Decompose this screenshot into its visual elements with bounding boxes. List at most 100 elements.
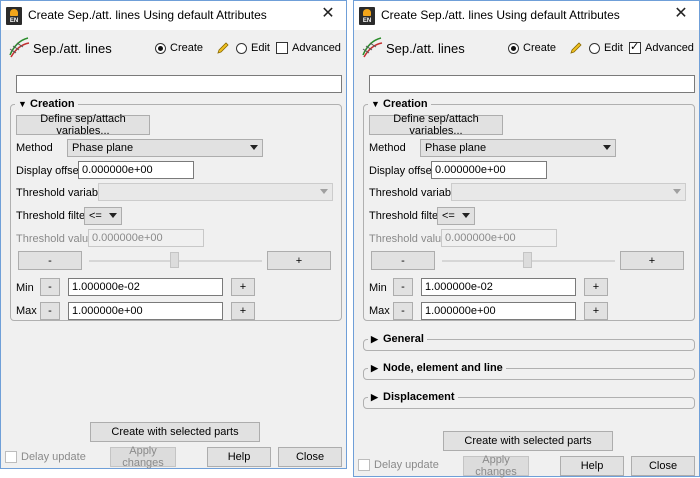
- create-radio-label: Create: [523, 42, 557, 54]
- close-button[interactable]: Close: [278, 447, 342, 467]
- chevron-down-icon: [320, 189, 328, 194]
- feature-header: Sep./att. lines Create Edit Advanced: [354, 31, 699, 67]
- name-input[interactable]: [16, 75, 342, 93]
- max-label: Max: [16, 305, 37, 317]
- min-label: Min: [369, 282, 387, 294]
- threshold-slider-handle[interactable]: [170, 252, 179, 268]
- sep-att-lines-icon: [9, 37, 30, 58]
- max-increase-button[interactable]: +: [584, 302, 608, 320]
- close-icon[interactable]: ✕: [318, 4, 338, 24]
- advanced-label: Advanced: [292, 42, 341, 54]
- method-label: Method: [16, 142, 53, 154]
- displacement-section-header[interactable]: ▶ Displacement: [368, 391, 458, 403]
- threshold-variable-label: Threshold variable: [16, 187, 107, 199]
- node-element-line-section-header[interactable]: ▶ Node, element and line: [368, 362, 506, 374]
- delay-update-checkbox[interactable]: [358, 459, 370, 471]
- creation-section: ▼ Creation Define sep/attach variables...…: [363, 98, 695, 321]
- max-decrease-button[interactable]: -: [393, 302, 413, 320]
- threshold-increase-button[interactable]: +: [620, 251, 684, 270]
- method-value: Phase plane: [425, 142, 487, 154]
- delay-update-checkbox[interactable]: [5, 451, 17, 463]
- window-basic: EN Create Sep./att. lines Using default …: [0, 0, 347, 469]
- node-element-line-header-label: Node, element and line: [383, 362, 503, 374]
- feature-header: Sep./att. lines Create Edit Advanced: [1, 31, 346, 67]
- feature-title: Sep./att. lines: [386, 41, 465, 56]
- create-radio[interactable]: [155, 43, 166, 54]
- method-value: Phase plane: [72, 142, 134, 154]
- name-input[interactable]: [369, 75, 695, 93]
- sep-att-lines-icon: [362, 37, 383, 58]
- max-decrease-button[interactable]: -: [40, 302, 60, 320]
- threshold-variable-label: Threshold variable: [369, 187, 460, 199]
- display-offset-input[interactable]: 0.000000e+00: [431, 161, 547, 179]
- advanced-checkbox[interactable]: [629, 40, 641, 54]
- edit-radio-label: Edit: [604, 42, 623, 54]
- window-title: Create Sep./att. lines Using default Att…: [28, 8, 267, 22]
- advanced-checkbox[interactable]: [276, 42, 288, 54]
- display-offset-label: Display offset: [369, 165, 435, 177]
- min-increase-button[interactable]: +: [584, 278, 608, 296]
- method-label: Method: [369, 142, 406, 154]
- expand-triangle-icon: ▶: [371, 392, 378, 402]
- general-section: ▶ General: [363, 333, 695, 351]
- close-icon[interactable]: ✕: [671, 4, 691, 24]
- create-with-selected-parts-button[interactable]: Create with selected parts: [90, 422, 260, 442]
- method-select[interactable]: Phase plane: [420, 139, 616, 157]
- delay-update-label: Delay update: [21, 451, 86, 463]
- feature-title: Sep./att. lines: [33, 41, 112, 56]
- threshold-filter-label: Threshold filter: [16, 210, 89, 222]
- collapse-triangle-icon: ▼: [371, 99, 380, 109]
- window-title: Create Sep./att. lines Using default Att…: [381, 8, 620, 22]
- general-section-header[interactable]: ▶ General: [368, 333, 427, 345]
- max-input[interactable]: 1.000000e+00: [68, 302, 223, 320]
- advanced-label: Advanced: [645, 42, 694, 54]
- creation-section: ▼ Creation Define sep/attach variables...…: [10, 98, 342, 321]
- threshold-value-label: Threshold value: [16, 233, 95, 245]
- app-logo-icon: EN: [6, 7, 22, 25]
- min-increase-button[interactable]: +: [231, 278, 255, 296]
- apply-changes-button[interactable]: Apply changes: [463, 454, 529, 478]
- max-label: Max: [369, 305, 390, 317]
- creation-section-header[interactable]: ▼ Creation: [15, 98, 78, 110]
- edit-radio[interactable]: [236, 43, 247, 54]
- threshold-increase-button[interactable]: +: [267, 251, 331, 270]
- apply-changes-button[interactable]: Apply changes: [110, 445, 176, 469]
- min-decrease-button[interactable]: -: [40, 278, 60, 296]
- threshold-variable-select[interactable]: [451, 183, 686, 201]
- min-decrease-button[interactable]: -: [393, 278, 413, 296]
- define-variables-button[interactable]: Define sep/attach variables...: [369, 113, 503, 137]
- min-input[interactable]: 1.000000e-02: [421, 278, 576, 296]
- help-button[interactable]: Help: [207, 447, 271, 467]
- title-bar: EN Create Sep./att. lines Using default …: [1, 1, 346, 30]
- threshold-decrease-button[interactable]: -: [371, 251, 435, 270]
- collapse-triangle-icon: ▼: [18, 99, 27, 109]
- min-input[interactable]: 1.000000e-02: [68, 278, 223, 296]
- define-variables-button[interactable]: Define sep/attach variables...: [16, 113, 150, 137]
- threshold-filter-select[interactable]: <=: [84, 207, 122, 225]
- max-increase-button[interactable]: +: [231, 302, 255, 320]
- threshold-filter-value: <=: [442, 210, 455, 222]
- help-button[interactable]: Help: [560, 456, 624, 476]
- close-button[interactable]: Close: [631, 456, 695, 476]
- creation-section-header[interactable]: ▼ Creation: [368, 98, 431, 110]
- node-element-line-section: ▶ Node, element and line: [363, 362, 695, 380]
- window-advanced: EN Create Sep./att. lines Using default …: [353, 0, 700, 478]
- create-with-selected-parts-button[interactable]: Create with selected parts: [443, 431, 613, 451]
- max-input[interactable]: 1.000000e+00: [421, 302, 576, 320]
- threshold-variable-select[interactable]: [98, 183, 333, 201]
- create-radio-label: Create: [170, 42, 204, 54]
- display-offset-input[interactable]: 0.000000e+00: [78, 161, 194, 179]
- threshold-value-input[interactable]: 0.000000e+00: [88, 229, 204, 247]
- threshold-filter-select[interactable]: <=: [437, 207, 475, 225]
- threshold-decrease-button[interactable]: -: [18, 251, 82, 270]
- chevron-down-icon: [462, 213, 470, 218]
- title-bar: EN Create Sep./att. lines Using default …: [354, 1, 699, 30]
- threshold-value-label: Threshold value: [369, 233, 448, 245]
- threshold-filter-value: <=: [89, 210, 102, 222]
- threshold-value-input[interactable]: 0.000000e+00: [441, 229, 557, 247]
- create-radio[interactable]: [508, 43, 519, 54]
- method-select[interactable]: Phase plane: [67, 139, 263, 157]
- edit-radio[interactable]: [589, 43, 600, 54]
- edit-radio-label: Edit: [251, 42, 270, 54]
- threshold-slider-handle[interactable]: [523, 252, 532, 268]
